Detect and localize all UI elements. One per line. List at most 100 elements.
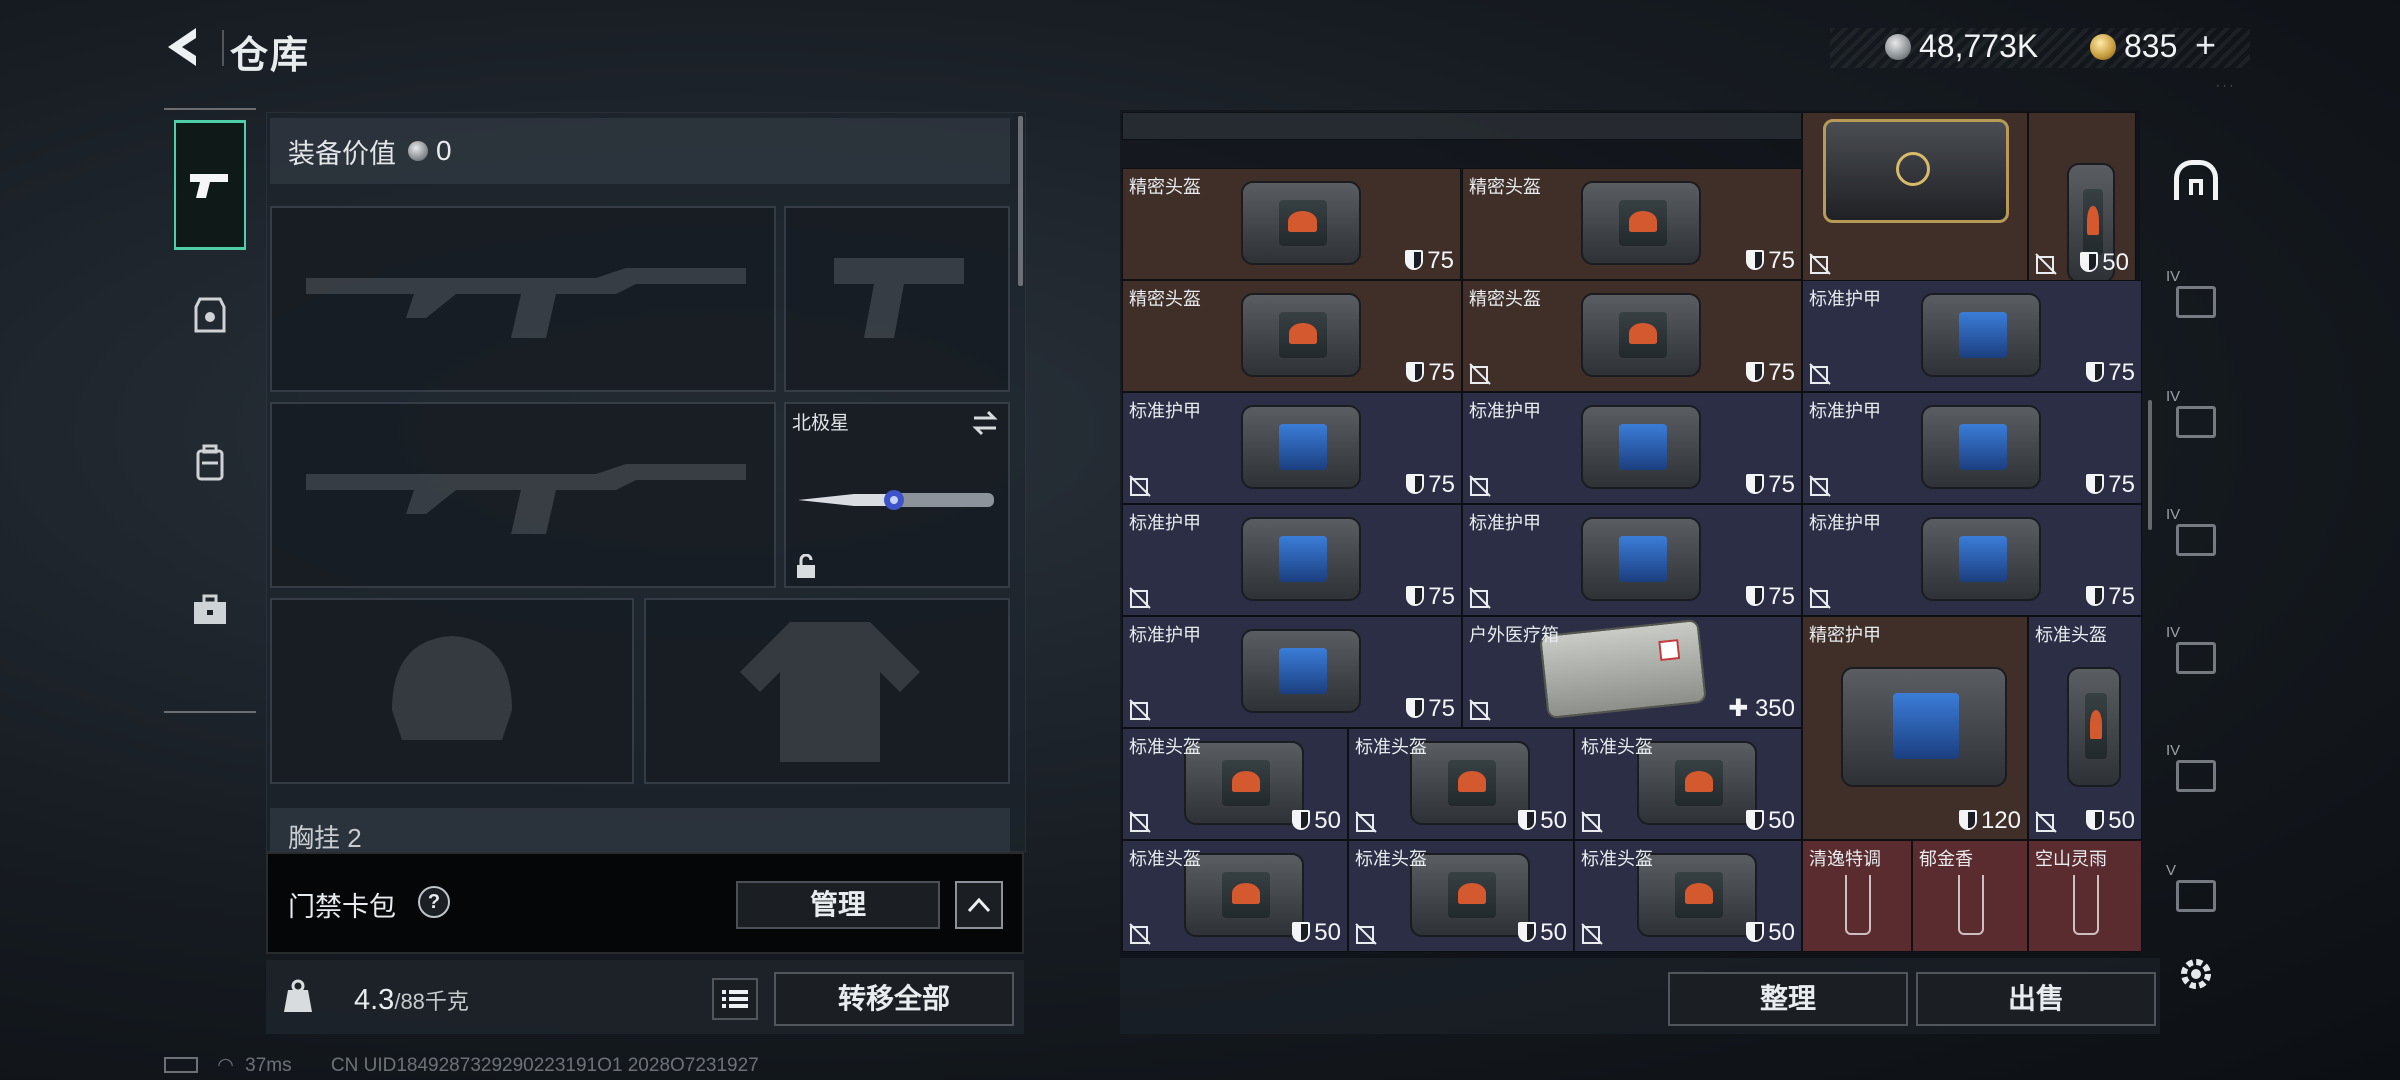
manage-button[interactable]: 管理	[736, 881, 940, 929]
stash-item-safe-case[interactable]	[1802, 112, 2028, 282]
tab-backpack[interactable]	[174, 398, 246, 528]
helmet-icon	[1410, 853, 1530, 937]
stash-item[interactable]: 标准头盔 50	[1122, 840, 1348, 952]
stash-scrollbar[interactable]	[2148, 400, 2152, 530]
stash-item[interactable]: 户外医疗箱 ✚ 350	[1462, 616, 1802, 728]
helmet-icon	[1637, 741, 1757, 825]
no-durability-icon	[1129, 811, 1151, 833]
back-button[interactable]	[160, 22, 210, 72]
melee-slot[interactable]: 北极星	[784, 402, 1010, 588]
secondary-weapon-slot[interactable]	[270, 402, 776, 588]
body-armor-icon	[1241, 517, 1361, 601]
stash-item[interactable]: 标准头盔 50	[1574, 840, 1802, 952]
tab-case[interactable]	[174, 545, 246, 675]
filter-tab[interactable]: IV	[2166, 268, 2226, 328]
stash-item-value: 50	[1292, 919, 1341, 947]
keycard-case-label: 门禁卡包	[288, 892, 396, 922]
stash-item[interactable]: 标准护甲 75	[1462, 504, 1802, 616]
durability-shield-icon	[1292, 922, 1311, 942]
stash-item[interactable]: 标准头盔 50	[1348, 840, 1574, 952]
stash-item[interactable]: 空山灵雨	[2028, 840, 2142, 952]
list-view-button[interactable]	[712, 978, 758, 1020]
stash-item-value: 75	[1746, 583, 1795, 611]
collapse-button[interactable]	[955, 881, 1003, 929]
stash-item[interactable]: 标准护甲 75	[1122, 392, 1462, 504]
help-icon[interactable]: ?	[418, 886, 450, 918]
filter-tab[interactable]: V	[2166, 862, 2226, 922]
gold-coin-icon	[2090, 33, 2116, 60]
stash-item-partial[interactable]	[1122, 112, 1802, 140]
stash-item[interactable]: 精密头盔 75	[1462, 168, 1802, 280]
primary-weapon-slot[interactable]	[270, 206, 776, 392]
back-arrow-icon	[168, 28, 196, 66]
stash-item-name: 标准护甲	[1469, 401, 1541, 421]
stash-item[interactable]: 标准头盔 50	[1348, 728, 1574, 840]
durability-shield-icon	[2086, 362, 2105, 382]
swap-icon[interactable]	[970, 410, 1000, 436]
chest-rig-label: 胸挂 2	[288, 823, 362, 853]
tab-gear[interactable]	[174, 250, 246, 380]
armor-vest-icon	[194, 297, 226, 333]
stash-item[interactable]: 清逸特调	[1802, 840, 1912, 952]
loadout-category-tabs	[164, 108, 256, 713]
stash-item-name: 精密护甲	[1809, 625, 1881, 645]
sidearm-slot[interactable]	[784, 206, 1010, 392]
durability-shield-icon	[1746, 810, 1765, 830]
stash-item[interactable]: 郁金香	[1912, 840, 2028, 952]
sort-button[interactable]: 整理	[1668, 972, 1908, 1026]
add-currency-button[interactable]: +	[2195, 24, 2216, 66]
stash-item[interactable]: 标准护甲 75	[1462, 392, 1802, 504]
stash-item[interactable]: 精密头盔 75	[1462, 280, 1802, 392]
loadout-scrollbar[interactable]	[1018, 116, 1023, 286]
stash-item[interactable]: 标准护甲 75	[1802, 392, 2142, 504]
body-armor-icon	[1841, 667, 2007, 787]
body-armor-icon	[1241, 629, 1361, 713]
helmet-slot[interactable]	[270, 598, 634, 784]
equipment-value-bar: 装备价值 0	[270, 118, 1010, 184]
filter-tier-label: IV	[2166, 742, 2181, 759]
stash-item-value: 50	[2086, 807, 2135, 835]
filter-tab[interactable]: IV	[2166, 742, 2226, 802]
version-tag: · · ·	[2216, 80, 2234, 92]
filter-tab[interactable]: IV	[2166, 624, 2226, 684]
filter-tab[interactable]: IV	[2166, 506, 2226, 566]
stash-item[interactable]: 标准头盔 50	[1574, 728, 1802, 840]
durability-shield-icon	[1405, 250, 1424, 270]
stash-item[interactable]: 标准护甲 75	[1802, 280, 2142, 392]
durability-shield-icon	[2086, 586, 2105, 606]
settings-button[interactable]	[2174, 952, 2218, 996]
stash-item[interactable]: 标准护甲 75	[1122, 616, 1462, 728]
carry-weight: 4.3/88千克	[354, 984, 469, 1017]
stash-item-value: 75	[1746, 359, 1795, 387]
stash-grid: 精密头盔 75 精密头盔 75 50 精密头盔 75 精密头盔 75 标准护甲 75 标准护甲 75 标准…	[1122, 112, 2142, 958]
silver-currency: 48,773K	[1885, 28, 2038, 65]
durability-shield-icon	[1406, 474, 1425, 494]
stash-item[interactable]: 标准头盔 50	[1122, 728, 1348, 840]
stash-item-value: 75	[1405, 247, 1454, 275]
filter-tab[interactable]	[2166, 150, 2226, 210]
sell-button[interactable]: 出售	[1916, 972, 2156, 1026]
stash-item[interactable]: 精密头盔 75	[1122, 168, 1461, 280]
tab-weapons[interactable]	[174, 120, 246, 250]
stash-item[interactable]: 标准头盔 50	[2028, 616, 2142, 840]
stash-item-value: ✚ 350	[1728, 695, 1795, 722]
filter-tab[interactable]: IV	[2166, 388, 2226, 448]
gear-icon	[2181, 959, 2211, 989]
no-durability-icon	[1129, 923, 1151, 945]
stash-item-value: 50	[1292, 807, 1341, 835]
stash-item[interactable]: 精密护甲 120	[1802, 616, 2028, 840]
transfer-all-button[interactable]: 转移全部	[774, 972, 1014, 1026]
no-durability-icon	[1809, 363, 1831, 385]
stash-item-name: 标准护甲	[1129, 401, 1201, 421]
filter-tier-label: IV	[2166, 388, 2181, 405]
stash-item[interactable]: 标准护甲 75	[1122, 504, 1462, 616]
durability-shield-icon	[1746, 250, 1765, 270]
stash-item[interactable]: 标准护甲 75	[1802, 504, 2142, 616]
container-filter-icon	[2176, 760, 2216, 792]
stash-item[interactable]: 50	[2028, 112, 2136, 283]
no-durability-icon	[1129, 699, 1151, 721]
stash-item[interactable]: 精密头盔 75	[1122, 280, 1462, 392]
helmet-icon	[1410, 741, 1530, 825]
armor-slot[interactable]	[644, 598, 1010, 784]
no-durability-icon	[1581, 923, 1603, 945]
